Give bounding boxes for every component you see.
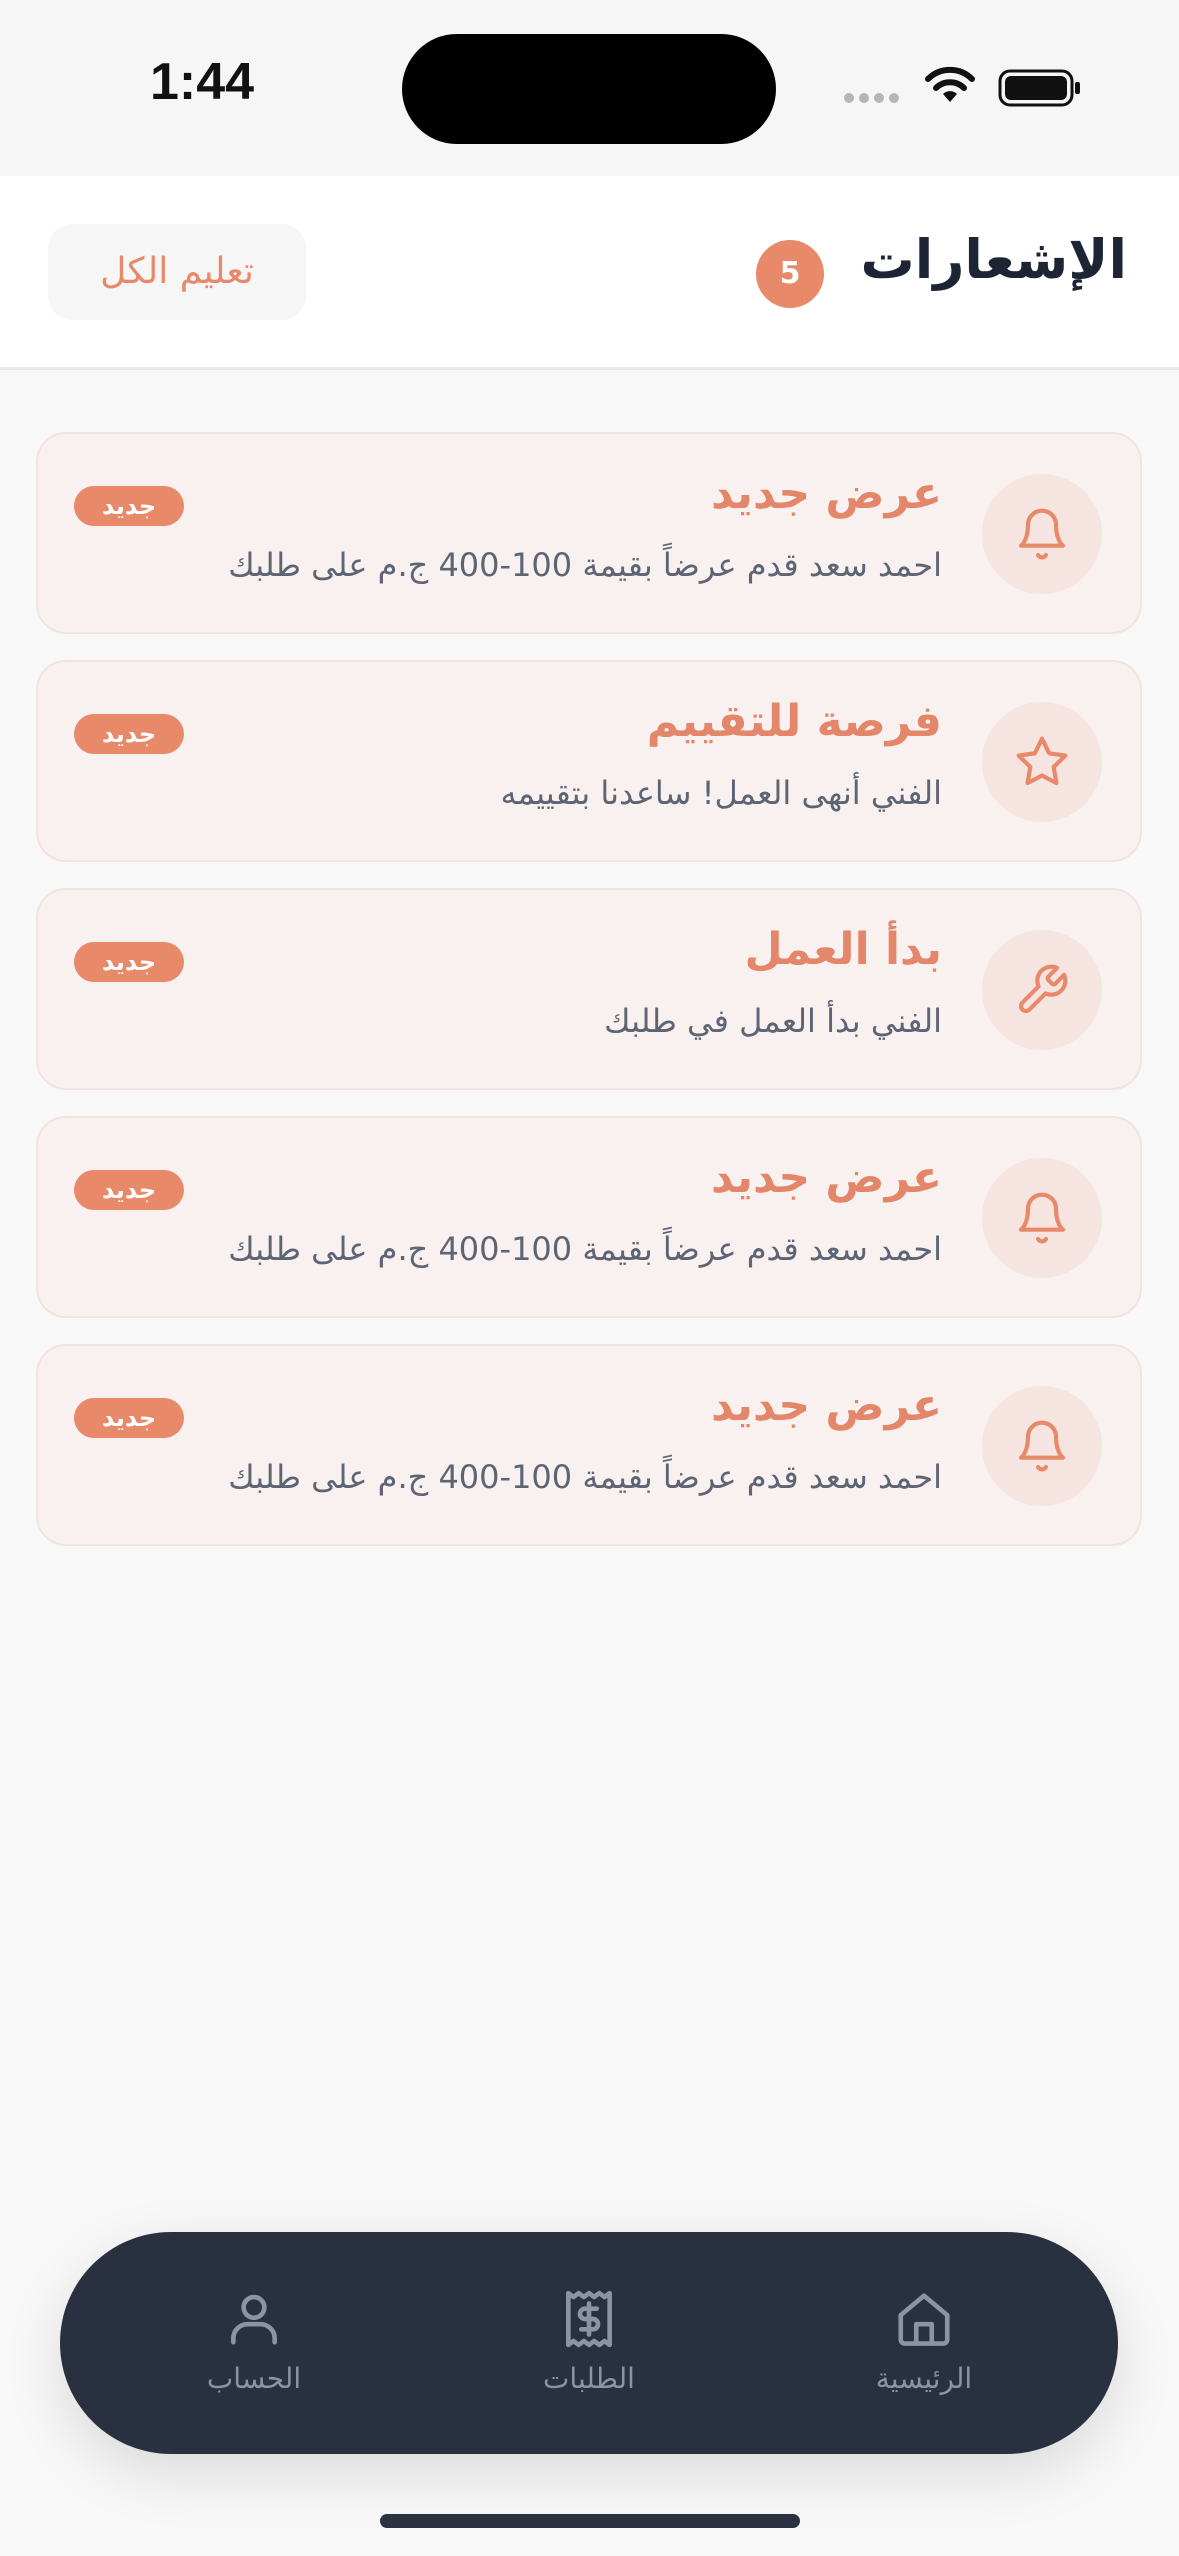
notification-card[interactable]: فرصة للتقييم الفني أنهى العمل! ساعدنا بت… [36,660,1142,862]
nav-item-account[interactable]: الحساب [144,2288,364,2395]
notification-body: احمد سعد قدم عرضاً بقيمة 100-400 ج.م على… [228,1458,942,1496]
new-badge: جديد [74,942,184,982]
new-badge: جديد [74,714,184,754]
user-icon [231,2294,277,2345]
new-badge: جديد [74,1398,184,1438]
notification-list: عرض جديد احمد سعد قدم عرضاً بقيمة 100-40… [36,432,1142,1572]
notification-title: عرض جديد [711,1152,942,1203]
new-badge: جديد [74,486,184,526]
bell-icon [982,1158,1102,1278]
wrench-icon [982,930,1102,1050]
dynamic-island [402,34,776,144]
mark-all-read-button[interactable]: تعليم الكل [48,224,306,320]
notification-card[interactable]: بدأ العمل الفني بدأ العمل في طلبك جديد [36,888,1142,1090]
cellular-signal-icon [844,93,899,103]
notification-card[interactable]: عرض جديد احمد سعد قدم عرضاً بقيمة 100-40… [36,1344,1142,1546]
new-badge: جديد [74,1170,184,1210]
nav-label-orders: الطلبات [543,2362,635,2395]
notification-body: الفني بدأ العمل في طلبك [604,1002,942,1040]
nav-label-account: الحساب [206,2362,302,2395]
battery-icon [998,69,1080,107]
notification-card[interactable]: عرض جديد احمد سعد قدم عرضاً بقيمة 100-40… [36,1116,1142,1318]
notification-count-badge: 5 [756,240,824,308]
notifications-screen: 1:44 الإشعارات 5 تعليم الكل عرض جديد احم… [0,0,1179,2556]
notification-title: بدأ العمل [744,924,942,975]
wifi-icon [925,66,975,102]
status-time: 1:44 [150,53,255,111]
notification-title: عرض جديد [711,1380,942,1431]
nav-item-home[interactable]: الرئيسية [814,2288,1034,2395]
nav-label-home: الرئيسية [875,2362,973,2395]
page-header: الإشعارات 5 تعليم الكل [0,176,1179,370]
bell-icon [982,474,1102,594]
notification-title: عرض جديد [711,468,942,519]
status-bar: 1:44 [0,0,1179,176]
nav-item-orders[interactable]: الطلبات [479,2288,699,2395]
star-icon [982,702,1102,822]
bell-icon [982,1386,1102,1506]
notification-body: احمد سعد قدم عرضاً بقيمة 100-400 ج.م على… [228,546,942,584]
notification-card[interactable]: عرض جديد احمد سعد قدم عرضاً بقيمة 100-40… [36,432,1142,634]
notification-body: الفني أنهى العمل! ساعدنا بتقييمه [500,774,942,812]
notification-title: فرصة للتقييم [646,696,942,747]
home-icon [898,2293,950,2346]
page-title: الإشعارات [860,228,1127,291]
bottom-navigation: الحساب الطلبات الرئيسية [60,2232,1118,2454]
receipt-icon [566,2290,612,2348]
notification-body: احمد سعد قدم عرضاً بقيمة 100-400 ج.م على… [228,1230,942,1268]
home-indicator [380,2514,800,2528]
